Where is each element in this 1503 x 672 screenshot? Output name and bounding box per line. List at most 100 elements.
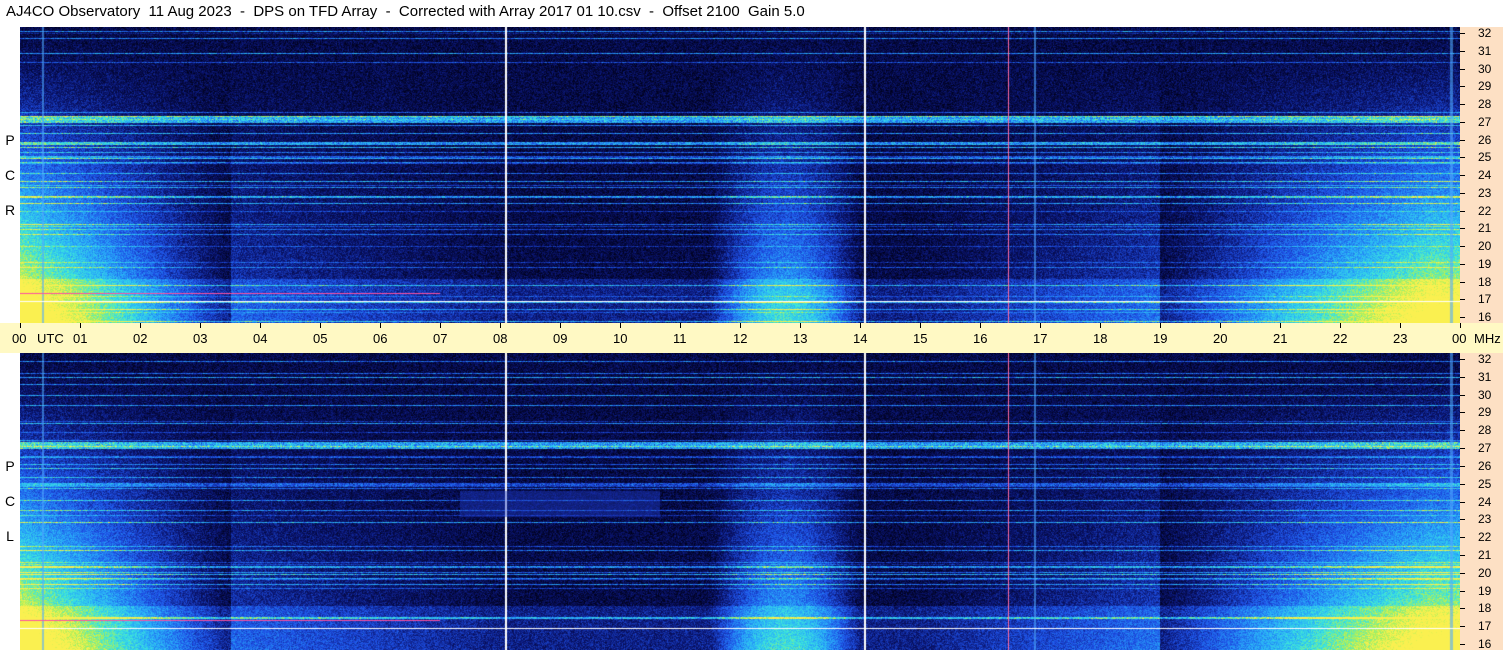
time-label: 02 — [133, 331, 148, 346]
frequency-label: 30 — [1478, 62, 1492, 76]
time-label: 22 — [1333, 331, 1348, 346]
frequency-tick — [1460, 502, 1465, 503]
time-tick — [1040, 323, 1041, 328]
frequency-tick — [1460, 246, 1465, 247]
rcp-spectrogram-image — [20, 27, 1460, 323]
time-tick — [1100, 323, 1101, 328]
frequency-tick — [1460, 412, 1465, 413]
time-label: 07 — [433, 331, 448, 346]
time-label: 08 — [493, 331, 508, 346]
time-tick — [1340, 323, 1341, 328]
frequency-label: 25 — [1478, 477, 1492, 491]
rcp-spectrogram[interactable] — [20, 27, 1460, 323]
frequency-label: 21 — [1478, 221, 1492, 235]
frequency-tick — [1460, 51, 1465, 52]
time-tick — [440, 323, 441, 328]
frequency-tick — [1460, 430, 1465, 431]
frequency-label: 28 — [1478, 423, 1492, 437]
frequency-tick — [1460, 395, 1465, 396]
frequency-label: 31 — [1478, 44, 1492, 58]
frequency-label: 27 — [1478, 441, 1492, 455]
frequency-tick — [1460, 282, 1465, 283]
time-label: 23 — [1393, 331, 1408, 346]
frequency-tick — [1460, 33, 1465, 34]
time-tick — [1400, 323, 1401, 328]
frequency-tick — [1460, 157, 1465, 158]
time-label: 11 — [673, 331, 687, 346]
time-tick — [80, 323, 81, 328]
frequency-tick — [1460, 484, 1465, 485]
frequency-label: 24 — [1478, 168, 1492, 182]
time-tick — [1460, 323, 1461, 328]
time-tick — [860, 323, 861, 328]
time-label: 17 — [1033, 331, 1048, 346]
time-label: 20 — [1213, 331, 1228, 346]
time-tick — [620, 323, 621, 328]
time-label: 16 — [973, 331, 988, 346]
time-tick — [800, 323, 801, 328]
frequency-tick — [1460, 519, 1465, 520]
time-label: 00 — [1452, 331, 1467, 346]
frequency-label: 24 — [1478, 495, 1492, 509]
frequency-label: 30 — [1478, 388, 1492, 402]
time-tick — [200, 323, 201, 328]
frequency-tick — [1460, 175, 1465, 176]
frequency-tick — [1460, 377, 1465, 378]
time-tick — [920, 323, 921, 328]
frequency-tick — [1460, 193, 1465, 194]
window-title: AJ4CO Observatory 11 Aug 2023 - DPS on T… — [6, 3, 805, 20]
time-tick — [980, 323, 981, 328]
frequency-tick — [1460, 69, 1465, 70]
frequency-label: 16 — [1478, 310, 1492, 324]
frequency-tick — [1460, 626, 1465, 627]
frequency-label: 32 — [1478, 352, 1492, 366]
lcp-letter-p: P — [5, 458, 15, 474]
time-label: 03 — [193, 331, 208, 346]
frequency-label: 22 — [1478, 530, 1492, 544]
frequency-tick — [1460, 448, 1465, 449]
frequency-tick — [1460, 317, 1465, 318]
frequency-label: 19 — [1478, 257, 1492, 271]
frequency-label: 31 — [1478, 370, 1492, 384]
frequency-label: 32 — [1478, 26, 1492, 40]
frequency-label: 17 — [1478, 619, 1492, 633]
time-label: 19 — [1153, 331, 1168, 346]
frequency-tick — [1460, 140, 1465, 141]
time-label: 06 — [373, 331, 388, 346]
time-label: 05 — [313, 331, 328, 346]
time-tick — [500, 323, 501, 328]
frequency-label: 16 — [1478, 637, 1492, 651]
time-label: 00 — [12, 331, 27, 346]
time-tick — [560, 323, 561, 328]
frequency-label: 20 — [1478, 239, 1492, 253]
frequency-label: 26 — [1478, 459, 1492, 473]
time-tick — [1160, 323, 1161, 328]
time-tick — [380, 323, 381, 328]
time-label: 13 — [793, 331, 808, 346]
lcp-letter-l: L — [6, 528, 14, 544]
frequency-tick — [1460, 537, 1465, 538]
lcp-spectrogram[interactable] — [20, 353, 1460, 650]
time-label: 10 — [613, 331, 628, 346]
frequency-tick — [1460, 573, 1465, 574]
frequency-tick — [1460, 299, 1465, 300]
utc-timezone-label: UTC — [37, 331, 64, 346]
frequency-label: 29 — [1478, 405, 1492, 419]
frequency-label: 25 — [1478, 150, 1492, 164]
time-tick — [260, 323, 261, 328]
rcp-polarization-label: R C P — [2, 130, 18, 220]
frequency-tick — [1460, 104, 1465, 105]
time-label: 01 — [73, 331, 88, 346]
frequency-label: 23 — [1478, 512, 1492, 526]
frequency-label: 26 — [1478, 133, 1492, 147]
time-tick — [1220, 323, 1221, 328]
time-label: 12 — [733, 331, 748, 346]
frequency-tick — [1460, 359, 1465, 360]
frequency-label: 22 — [1478, 204, 1492, 218]
frequency-tick — [1460, 466, 1465, 467]
frequency-label: 21 — [1478, 548, 1492, 562]
mhz-unit-label: MHz — [1474, 331, 1501, 346]
frequency-label: 28 — [1478, 97, 1492, 111]
rcp-letter-c: C — [4, 167, 16, 183]
time-tick — [320, 323, 321, 328]
